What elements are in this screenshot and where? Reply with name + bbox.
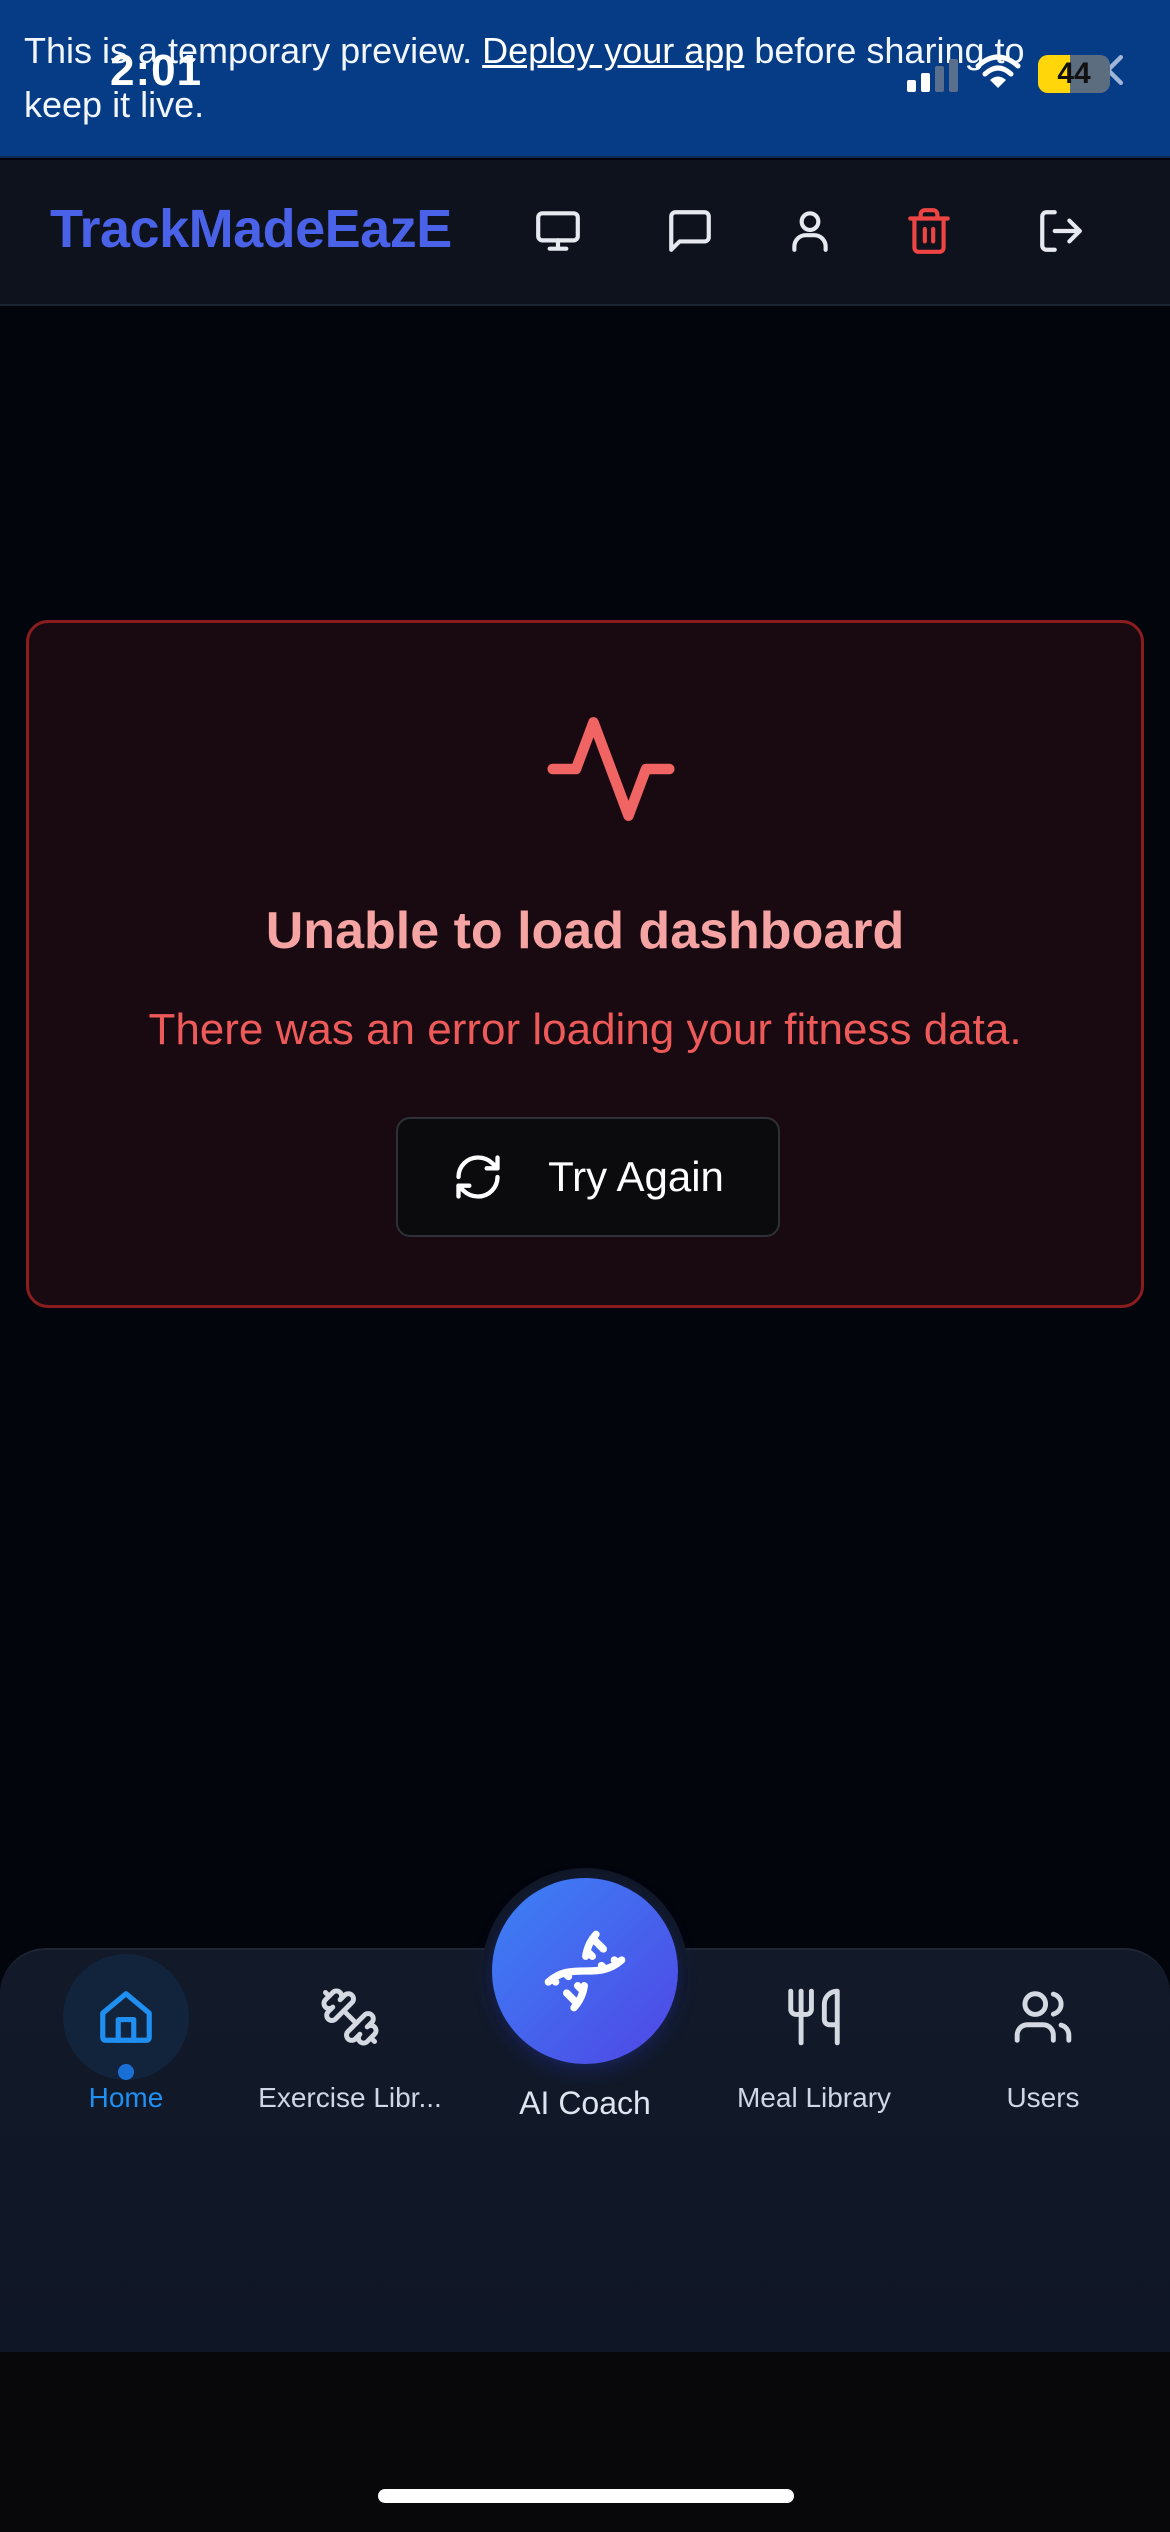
wifi-icon xyxy=(975,54,1021,90)
refresh-icon xyxy=(456,1155,500,1199)
error-message: There was an error loading your fitness … xyxy=(148,1005,1022,1054)
profile-button[interactable] xyxy=(775,196,845,266)
monitor-button[interactable] xyxy=(523,196,593,266)
try-again-button[interactable]: Try Again xyxy=(396,1117,780,1237)
cellular-signal-icon xyxy=(905,58,961,92)
battery-level: 44 xyxy=(1057,57,1091,90)
deploy-link[interactable]: Deploy your app xyxy=(482,30,744,71)
app-header: TrackMadeEazE xyxy=(0,160,1170,306)
banner-text-before: This is a temporary preview. xyxy=(24,30,483,71)
home-indicator-area xyxy=(0,2352,1170,2532)
try-again-label: Try Again xyxy=(548,1153,724,1200)
monitor-icon xyxy=(536,211,580,251)
activity-pulse-icon xyxy=(547,717,675,821)
error-title: Unable to load dashboard xyxy=(265,902,905,960)
home-icon xyxy=(100,1991,152,2043)
user-icon xyxy=(792,211,828,252)
battery-icon: 44 xyxy=(1038,55,1110,93)
logout-button[interactable] xyxy=(1026,196,1096,266)
active-indicator-dot xyxy=(118,2064,134,2080)
status-time: 2:01 xyxy=(110,46,203,95)
delete-button[interactable] xyxy=(894,196,964,266)
dumbbell-icon xyxy=(321,1988,379,2046)
preview-banner: This is a temporary preview. Deploy your… xyxy=(0,0,1170,158)
ai-coach-button[interactable] xyxy=(492,1878,678,2064)
nav-meal-icon-wrap xyxy=(751,1954,877,2080)
users-icon xyxy=(1014,1991,1072,2043)
message-icon xyxy=(669,210,711,252)
error-card: Unable to load dashboard There was an er… xyxy=(26,620,1144,1308)
nav-home-icon-wrap xyxy=(63,1954,189,2080)
app-screen: This is a temporary preview. Deploy your… xyxy=(0,0,1170,2532)
trash-icon xyxy=(908,208,950,254)
ai-coach-label: AI Coach xyxy=(519,2085,651,2121)
home-indicator[interactable] xyxy=(378,2489,794,2503)
dna-icon xyxy=(544,1930,626,2012)
nav-users-icon-wrap xyxy=(980,1954,1106,2080)
brand-logo-text[interactable]: TrackMadeEazE xyxy=(50,198,452,260)
utensils-icon xyxy=(788,1988,840,2046)
messages-button[interactable] xyxy=(655,196,725,266)
nav-exercise-icon-wrap xyxy=(287,1954,413,2080)
logout-icon xyxy=(1040,210,1082,252)
